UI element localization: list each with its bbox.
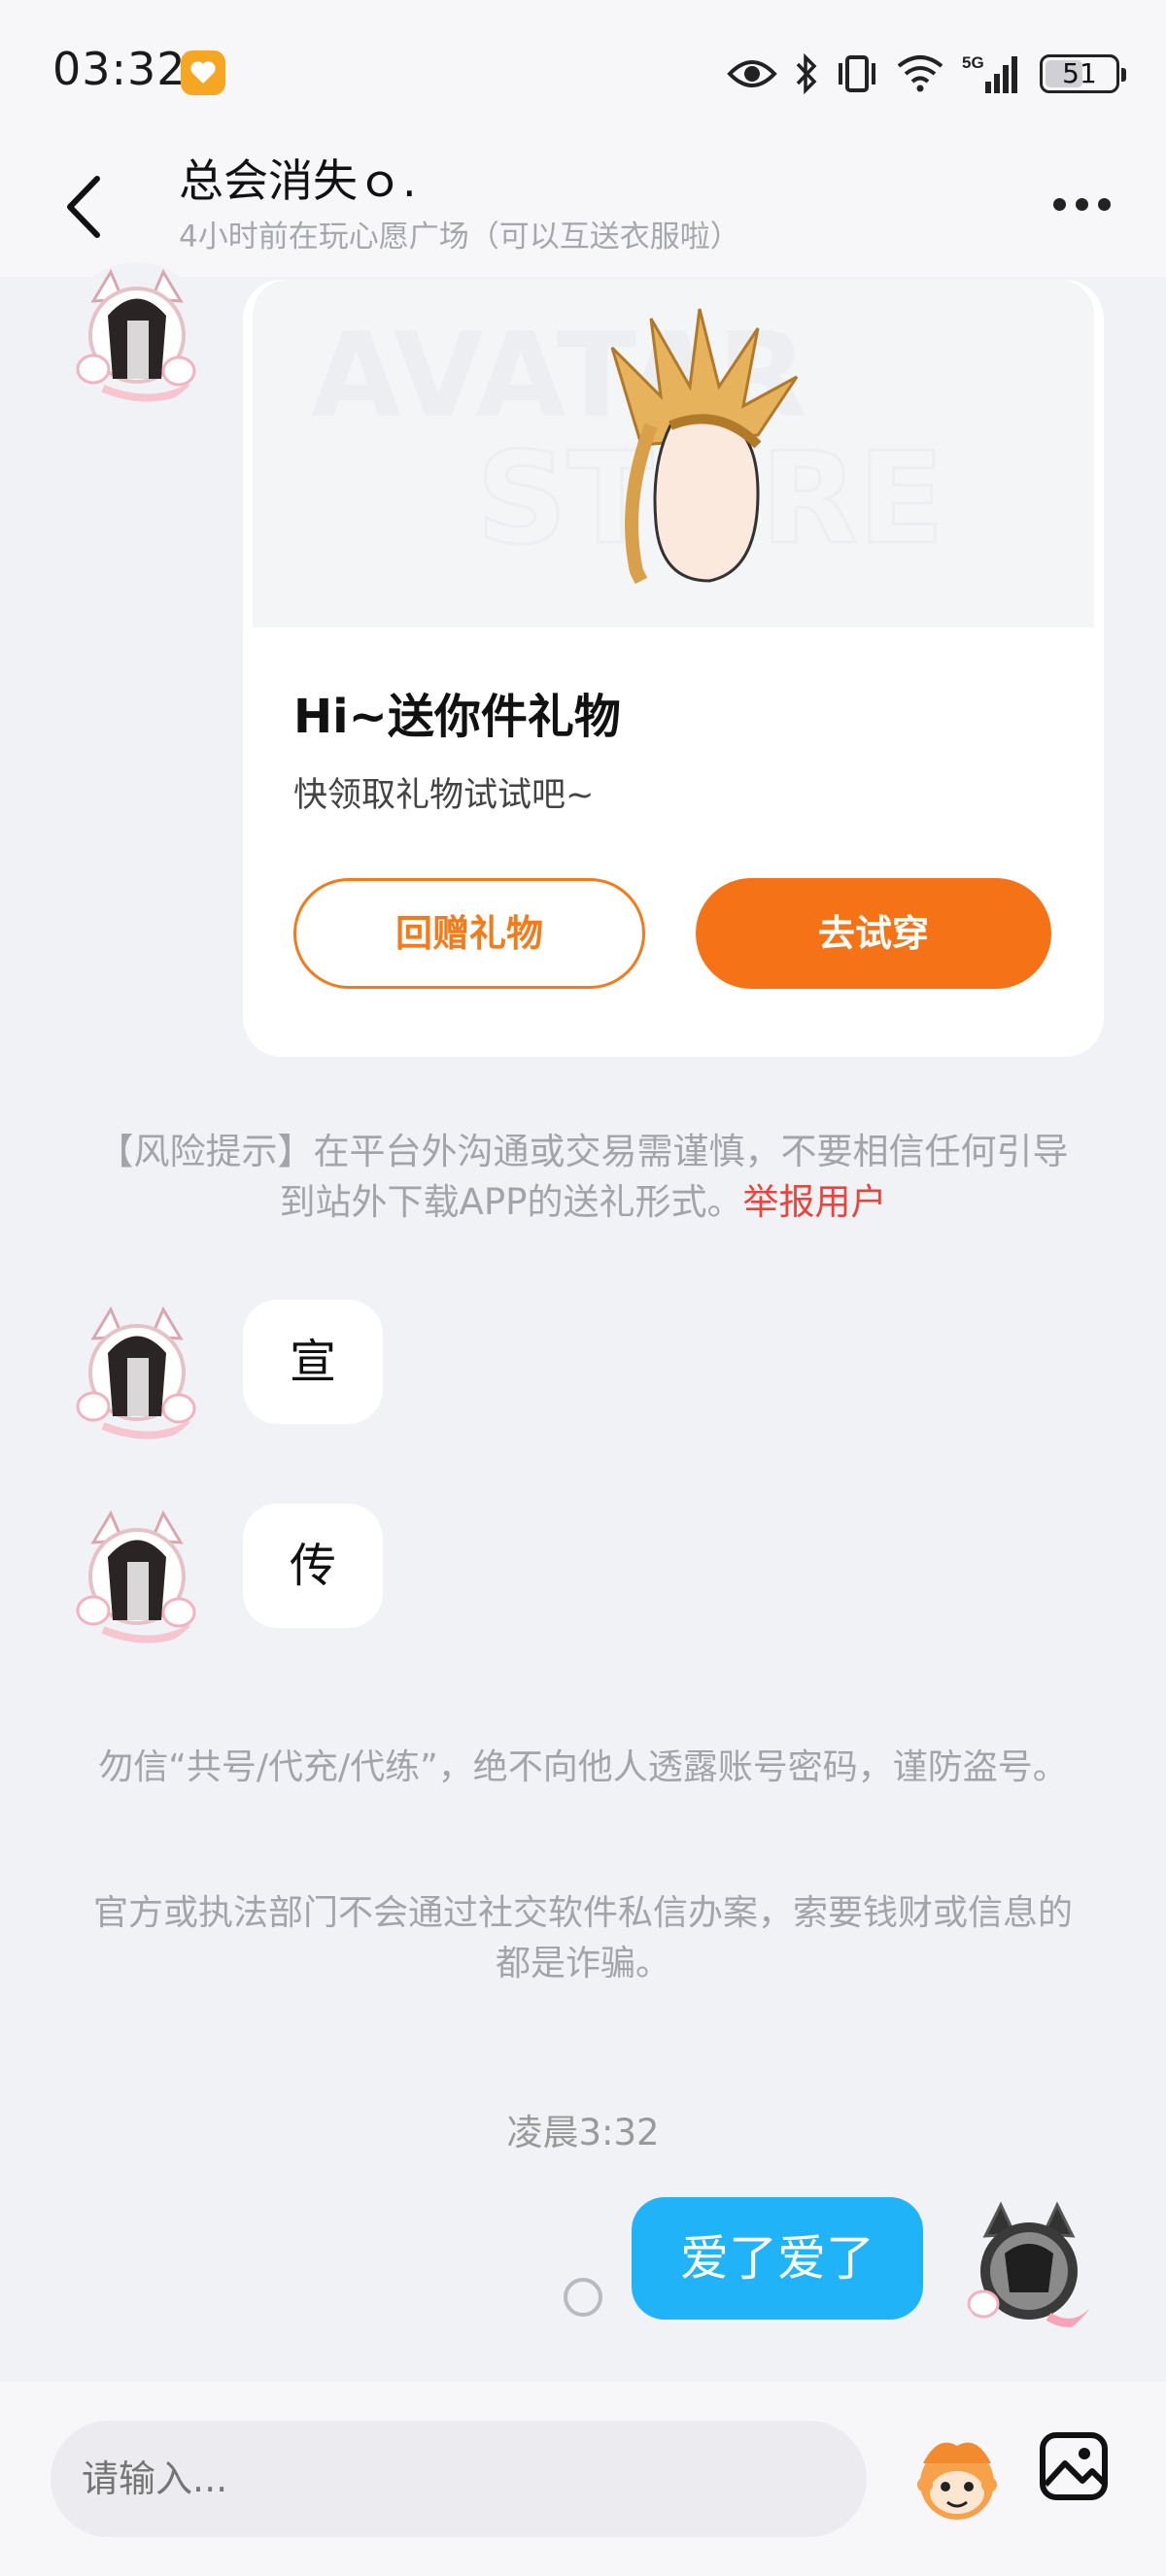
contact-name[interactable]: 总会消失ｏ.: [179, 146, 417, 210]
battery-level: 51: [1062, 57, 1097, 89]
message-status-icon: [564, 2278, 602, 2317]
message-input[interactable]: [51, 2421, 867, 2537]
status-icons: 5G 51: [727, 51, 1126, 97]
gift-image: AVATAR STORE: [253, 280, 1094, 627]
input-bar: [0, 2382, 1166, 2576]
risk-notice: 【风险提示】在平台外沟通或交易需谨慎，不要相信任何引导到站外下载APP的送礼形式…: [97, 1127, 1069, 1228]
security-notice: 勿信“共号/代充/代练”，绝不向他人透露账号密码，谨防盗号。: [98, 1747, 1068, 1787]
contact-avatar[interactable]: [64, 1504, 210, 1649]
image-icon[interactable]: [1038, 2430, 1110, 2502]
more-icon[interactable]: [1053, 192, 1115, 216]
risk-notice-text: 【风险提示】在平台外沟通或交易需谨慎，不要相信任何引导到站外下载APP的送礼形式…: [97, 1131, 1069, 1223]
back-icon[interactable]: [60, 173, 109, 241]
report-user-link[interactable]: 举报用户: [742, 1181, 886, 1223]
emoji-icon[interactable]: [904, 2424, 1011, 2531]
message-bubble-incoming[interactable]: 宣: [243, 1300, 383, 1424]
bluetooth-icon: [796, 53, 817, 94]
try-on-button[interactable]: 去试穿: [696, 878, 1051, 989]
gift-title: Hi~送你件礼物: [293, 690, 621, 744]
eye-icon: [727, 60, 777, 87]
vibrate-icon: [839, 55, 875, 92]
network-label: 5G: [962, 53, 984, 72]
my-avatar[interactable]: [956, 2195, 1102, 2341]
battery-indicator: 51: [1040, 54, 1126, 93]
wifi-icon: [897, 55, 943, 92]
contact-avatar[interactable]: [64, 262, 210, 408]
return-gift-button[interactable]: 回赠礼物: [293, 878, 645, 989]
status-bar: 03:32 5G 51: [0, 0, 1166, 136]
signal-icon: 5G: [962, 53, 1017, 93]
message-bubble-outgoing[interactable]: 爱了爱了: [632, 2197, 923, 2320]
status-time: 03:32: [52, 43, 187, 95]
security-notice: 官方或执法部门不会通过社交软件私信办案，索要钱财或信息的都是诈骗。: [92, 1893, 1073, 1983]
chat-header: 总会消失ｏ. 4小时前在玩心愿广场（可以互送衣服啦）: [0, 136, 1166, 277]
gift-card[interactable]: AVATAR STORE Hi~送你件礼物 快领取礼物试试吧~ 回赠礼物 去试穿: [243, 280, 1104, 1057]
contact-status: 4小时前在玩心愿广场（可以互送衣服啦）: [179, 220, 740, 254]
message-timestamp: 凌晨3:32: [506, 2112, 660, 2153]
gift-description: 快领取礼物试试吧~: [293, 776, 595, 815]
contact-avatar[interactable]: [64, 1300, 210, 1445]
app-notification-icon: [181, 51, 225, 95]
message-bubble-incoming[interactable]: 传: [243, 1504, 383, 1628]
